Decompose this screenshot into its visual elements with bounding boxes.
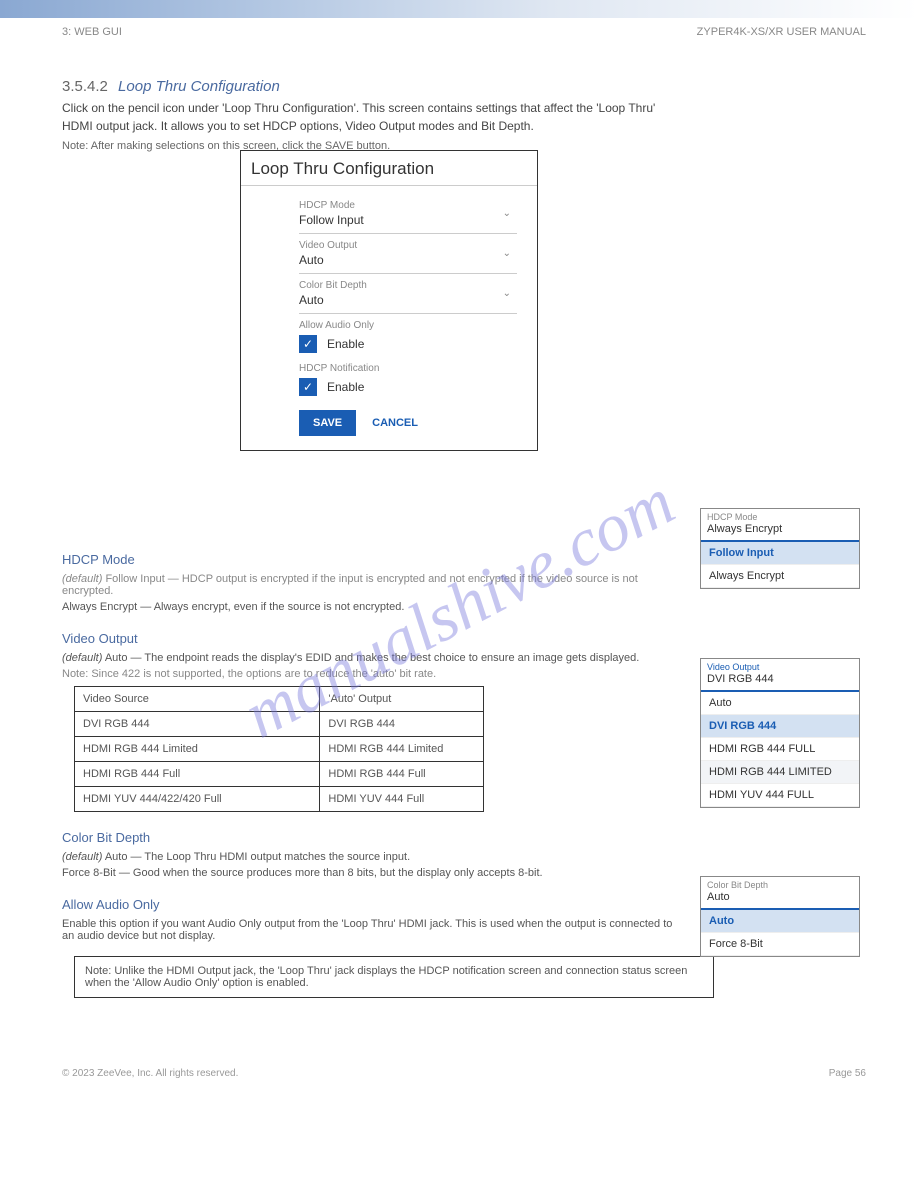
color-bit-default-label: default (66, 851, 99, 863)
table-row: DVI RGB 444 DVI RGB 444 (75, 712, 484, 737)
video-output-dropdown[interactable]: Video Output DVI RGB 444 Auto DVI RGB 44… (700, 658, 860, 808)
color-bit-auto-text: Auto — The Loop Thru HDMI output matches… (105, 851, 410, 863)
gradient-top-bar (0, 0, 918, 18)
hdcp-default-text: Follow Input — HDCP output is encrypted … (62, 573, 638, 597)
hdcp-notification-checkbox[interactable]: ✓ (299, 378, 317, 396)
table-row: HDMI YUV 444/422/420 Full HDMI YUV 444 F… (75, 787, 484, 812)
table-row: HDMI RGB 444 Limited HDMI RGB 444 Limite… (75, 737, 484, 762)
dd-color-opt-auto[interactable]: Auto (701, 910, 859, 933)
hdcp-notification-row: HDCP Notification ✓ Enable (299, 357, 517, 400)
table-row: HDMI RGB 444 Full HDMI RGB 444 Full (75, 762, 484, 787)
dd-video-value: DVI RGB 444 (707, 673, 853, 685)
video-output-table: Video Source 'Auto' Output DVI RGB 444 D… (74, 686, 484, 812)
dd-video-opt-yuvfull[interactable]: HDMI YUV 444 FULL (701, 784, 859, 807)
panel-title: Loop Thru Configuration (241, 151, 537, 186)
loop-thru-config-panel: Loop Thru Configuration HDCP Mode Follow… (240, 150, 538, 451)
dd-video-label: Video Output (707, 662, 853, 672)
video-output-heading: Video Output (62, 631, 687, 646)
hdcp-default-label: default (66, 573, 99, 585)
allow-audio-only-label: Allow Audio Only (299, 320, 517, 331)
allow-audio-only-checkbox[interactable]: ✓ (299, 335, 317, 353)
color-bit-depth-value: Auto (299, 293, 517, 307)
table-header-col2: 'Auto' Output (320, 687, 484, 712)
dd-hdcp-opt-follow[interactable]: Follow Input (701, 542, 859, 565)
dd-hdcp-label: HDCP Mode (707, 512, 853, 522)
color-bit-depth-heading: Color Bit Depth (62, 830, 687, 845)
hdcp-mode-dropdown[interactable]: HDCP Mode Always Encrypt Follow Input Al… (700, 508, 860, 589)
allow-audio-only-enable-text: Enable (327, 337, 364, 351)
dd-color-value: Auto (707, 891, 853, 903)
section-title: Loop Thru Configuration (118, 78, 280, 95)
hdcp-mode-select[interactable]: HDCP Mode Follow Input ⌄ (299, 194, 517, 234)
hdcp-mode-heading: HDCP Mode (62, 552, 687, 567)
color-bit-depth-label: Color Bit Depth (299, 280, 517, 291)
dd-video-opt-auto[interactable]: Auto (701, 692, 859, 715)
hdcp-notification-enable-text: Enable (327, 380, 364, 394)
footnote-box: Note: Unlike the HDMI Output jack, the '… (74, 956, 714, 998)
video-output-note: Note: Since 422 is not supported, the op… (62, 668, 687, 680)
dd-color-opt-force8[interactable]: Force 8-Bit (701, 933, 859, 956)
allow-audio-only-heading: Allow Audio Only (62, 897, 687, 912)
save-button[interactable]: SAVE (299, 410, 356, 436)
dd-video-opt-rgbfull[interactable]: HDMI RGB 444 FULL (701, 738, 859, 761)
hdcp-always-text: Always Encrypt — Always encrypt, even if… (62, 601, 687, 613)
cancel-button[interactable]: CANCEL (372, 417, 418, 429)
color-bit-depth-select[interactable]: Color Bit Depth Auto ⌄ (299, 274, 517, 314)
dd-hdcp-value: Always Encrypt (707, 523, 853, 535)
chevron-down-icon: ⌄ (503, 208, 511, 219)
color-bit-force-text: Force 8-Bit — Good when the source produ… (62, 867, 687, 879)
video-output-body: Auto — The endpoint reads the display's … (105, 652, 640, 664)
video-output-label: Video Output (299, 240, 517, 251)
section-lead: Click on the pencil icon under 'Loop Thr… (62, 99, 687, 135)
footer-page: Page 56 (829, 1068, 866, 1079)
table-header-col1: Video Source (75, 687, 320, 712)
dd-video-opt-dvi[interactable]: DVI RGB 444 (701, 715, 859, 738)
dd-video-opt-rgblimited[interactable]: HDMI RGB 444 LIMITED (701, 761, 859, 784)
dd-hdcp-opt-always[interactable]: Always Encrypt (701, 565, 859, 588)
video-output-select[interactable]: Video Output Auto ⌄ (299, 234, 517, 274)
allow-audio-only-row: Allow Audio Only ✓ Enable (299, 314, 517, 357)
dd-color-label: Color Bit Depth (707, 880, 853, 890)
video-output-default-label: default (66, 652, 99, 664)
color-bit-depth-dropdown[interactable]: Color Bit Depth Auto Auto Force 8-Bit (700, 876, 860, 957)
hdcp-mode-label: HDCP Mode (299, 200, 517, 211)
section-number: 3.5.4.2 (62, 78, 108, 95)
chevron-down-icon: ⌄ (503, 288, 511, 299)
hdcp-notification-label: HDCP Notification (299, 363, 517, 374)
footer-copyright: © 2023 ZeeVee, Inc. All rights reserved. (62, 1068, 238, 1079)
chevron-down-icon: ⌄ (503, 248, 511, 259)
allow-audio-only-body: Enable this option if you want Audio Onl… (62, 918, 687, 942)
hdcp-mode-value: Follow Input (299, 213, 517, 227)
video-output-value: Auto (299, 253, 517, 267)
